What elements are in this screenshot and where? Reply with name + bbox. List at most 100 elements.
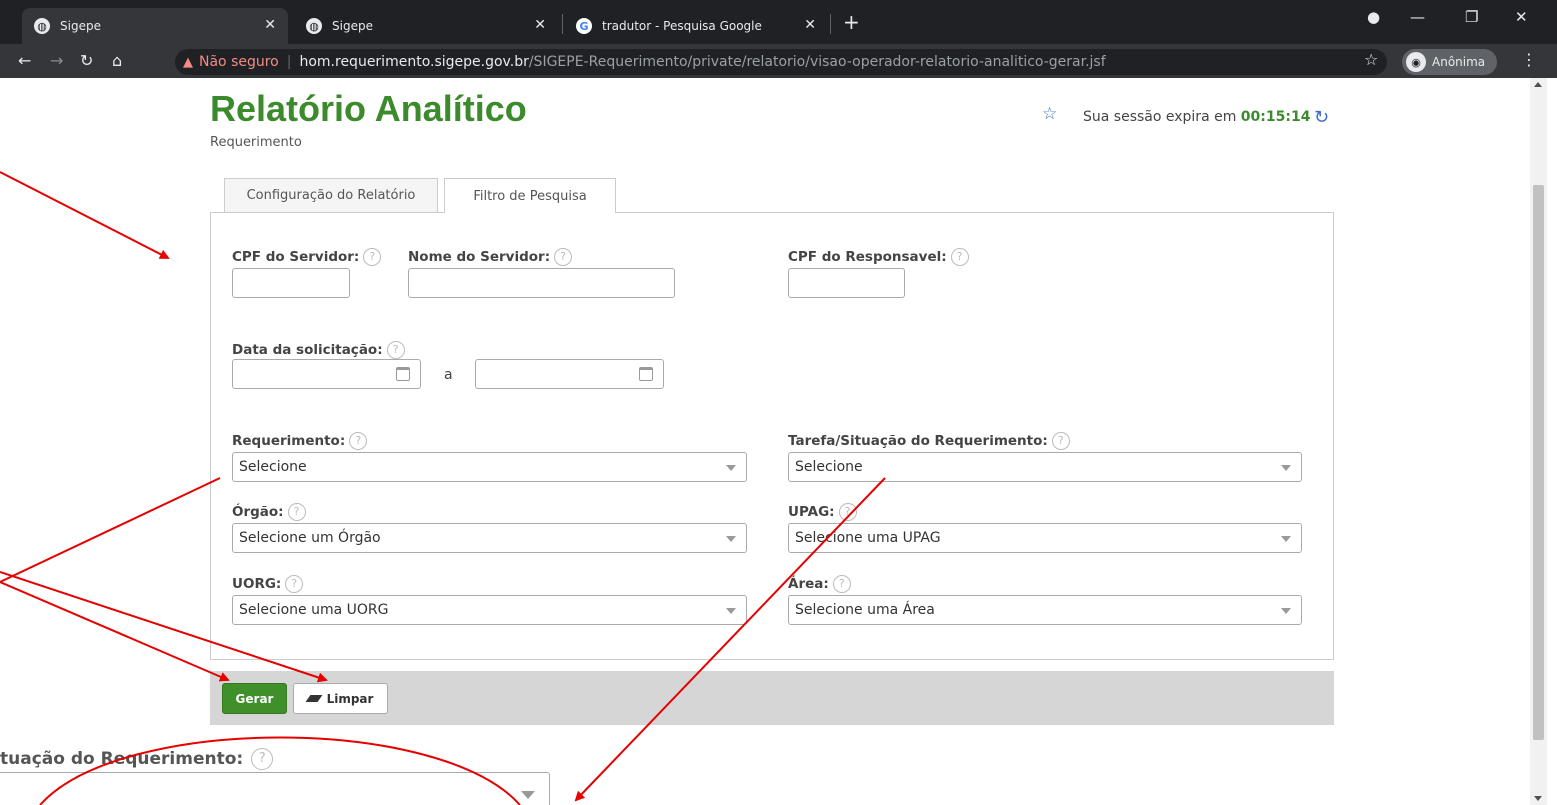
select-value: Selecione um Órgão: [239, 530, 381, 546]
chevron-down-icon: [726, 536, 736, 542]
restore-icon[interactable]: ❐: [1465, 8, 1478, 26]
chevron-down-icon: [1281, 465, 1291, 471]
gerar-button[interactable]: Gerar: [222, 683, 287, 714]
data-inicio-input[interactable]: [232, 359, 421, 389]
calendar-icon[interactable]: [396, 367, 410, 381]
favorite-star-icon[interactable]: ☆: [1042, 104, 1057, 124]
scrollbar-thumb[interactable]: [1533, 185, 1544, 740]
upag-select[interactable]: Selecione uma UPAG: [788, 523, 1302, 553]
incognito-profile-button[interactable]: ◉ Anônima: [1402, 49, 1498, 75]
uorg-label: UORG:?: [232, 575, 304, 593]
bookmark-star-icon[interactable]: ☆: [1364, 50, 1378, 69]
browser-tab-title: Sigepe: [60, 19, 101, 33]
orgao-select[interactable]: Selecione um Órgão: [232, 523, 747, 553]
zoom-overlay-label: tuação do Requerimento:?: [0, 748, 274, 770]
upag-label: UPAG:?: [788, 503, 857, 521]
forward-arrow-icon[interactable]: →: [50, 51, 63, 70]
date-range-separator: a: [444, 367, 453, 383]
address-bar[interactable]: ▲ Não seguro | hom.requerimento.sigepe.g…: [175, 49, 1387, 75]
select-value: Selecione uma UPAG: [795, 530, 941, 546]
chevron-down-icon: [1281, 536, 1291, 542]
minimize-icon[interactable]: —: [1410, 8, 1425, 26]
data-fim-input[interactable]: [475, 359, 664, 389]
select-value: Selecione: [239, 459, 307, 475]
close-icon[interactable]: ✕: [264, 17, 276, 33]
new-tab-icon[interactable]: +: [843, 10, 860, 34]
refresh-session-icon[interactable]: ↻: [1314, 107, 1329, 128]
url-divider: |: [286, 54, 292, 70]
chevron-down-icon: [726, 608, 736, 614]
reload-icon[interactable]: ↻: [80, 51, 93, 70]
tab-search-icon[interactable]: ●: [1367, 8, 1380, 26]
browser-tab-bar: ◍ Sigepe ✕ ◍ Sigepe ✕ G tradutor - Pesqu…: [0, 0, 1557, 44]
select-value: Selecione uma UORG: [239, 602, 389, 618]
cpf-responsavel-input[interactable]: [788, 268, 905, 298]
chevron-down-icon: [1281, 608, 1291, 614]
area-select[interactable]: Selecione uma Área: [788, 595, 1302, 625]
browser-toolbar: ← → ↻ ⌂ ▲ Não seguro | hom.requerimento.…: [0, 44, 1557, 78]
tab-filtro-pesquisa[interactable]: Filtro de Pesquisa: [444, 178, 616, 213]
home-icon[interactable]: ⌂: [112, 51, 122, 70]
globe-icon: ◍: [306, 18, 322, 34]
cpf-servidor-input[interactable]: [232, 268, 350, 298]
orgao-label: Órgão:?: [232, 503, 306, 521]
nome-servidor-label: Nome do Servidor:?: [408, 248, 573, 266]
help-icon[interactable]: ?: [554, 248, 573, 266]
browser-tab-sigepe-1[interactable]: ◍ Sigepe ✕: [22, 8, 288, 44]
requerimento-select[interactable]: Selecione: [232, 452, 747, 482]
tab-configuracao-relatorio[interactable]: Configuração do Relatório: [224, 178, 438, 212]
tarefa-situacao-label: Tarefa/Situação do Requerimento:?: [788, 432, 1070, 450]
page-title: Relatório Analítico: [210, 88, 527, 129]
nome-servidor-input[interactable]: [408, 268, 675, 298]
session-text: Sua sessão expira em: [1083, 109, 1237, 125]
tab-separator: [830, 14, 831, 34]
tab-separator: [562, 14, 563, 34]
help-icon[interactable]: ?: [832, 575, 851, 593]
area-label: Área:?: [788, 575, 851, 593]
window-close-icon[interactable]: ✕: [1515, 8, 1528, 26]
google-icon: G: [576, 18, 592, 34]
zoom-overlay-select: [0, 772, 550, 805]
uorg-select[interactable]: Selecione uma UORG: [232, 595, 747, 625]
close-icon[interactable]: ✕: [534, 17, 546, 33]
help-icon: ?: [251, 748, 274, 770]
browser-tab-title: tradutor - Pesquisa Google: [602, 19, 762, 33]
page-subtitle: Requerimento: [210, 135, 302, 150]
data-solicitacao-label: Data da solicitação:?: [232, 341, 405, 359]
close-icon[interactable]: ✕: [804, 17, 816, 33]
eraser-icon: [305, 695, 323, 702]
tarefa-situacao-select[interactable]: Selecione: [788, 452, 1302, 482]
select-value: Selecione: [795, 459, 863, 475]
help-icon[interactable]: ?: [386, 341, 405, 359]
select-value: Selecione uma Área: [795, 602, 935, 618]
scroll-down-arrow-icon[interactable]: [1534, 796, 1542, 801]
incognito-icon: ◉: [1406, 52, 1426, 72]
help-icon[interactable]: ?: [287, 503, 306, 521]
help-icon[interactable]: ?: [285, 575, 304, 593]
calendar-icon[interactable]: [639, 367, 653, 381]
cpf-servidor-label: CPF do Servidor:?: [232, 248, 382, 266]
browser-tab-title: Sigepe: [332, 19, 373, 33]
help-icon[interactable]: ?: [838, 503, 857, 521]
annotation-line: [0, 477, 221, 583]
annotation-arrow: [0, 171, 170, 259]
browser-tab-google[interactable]: G tradutor - Pesquisa Google ✕: [564, 8, 828, 44]
session-time: 00:15:14: [1240, 109, 1311, 125]
help-icon[interactable]: ?: [363, 248, 382, 266]
browser-tab-sigepe-2[interactable]: ◍ Sigepe ✕: [294, 8, 558, 44]
help-icon[interactable]: ?: [1051, 432, 1070, 450]
limpar-button[interactable]: Limpar: [293, 683, 388, 714]
scroll-up-arrow-icon[interactable]: [1534, 82, 1542, 87]
help-icon[interactable]: ?: [950, 248, 969, 266]
chevron-down-icon: [726, 465, 736, 471]
session-timer: Sua sessão expira em 00:15:14: [1083, 109, 1310, 125]
requerimento-label: Requerimento:?: [232, 432, 368, 450]
cpf-responsavel-label: CPF do Responsavel:?: [788, 248, 969, 266]
screenshot-root: { "browser": { "tabs": [ {"title": "Sige…: [0, 0, 1557, 805]
page-gutter: [1547, 78, 1557, 805]
help-icon[interactable]: ?: [349, 432, 368, 450]
kebab-menu-icon[interactable]: ⋮: [1521, 50, 1537, 69]
back-arrow-icon[interactable]: ←: [18, 51, 31, 70]
security-label[interactable]: Não seguro: [199, 54, 279, 70]
url-path: /SIGEPE-Requerimento/private/relatorio/v…: [528, 54, 1106, 70]
